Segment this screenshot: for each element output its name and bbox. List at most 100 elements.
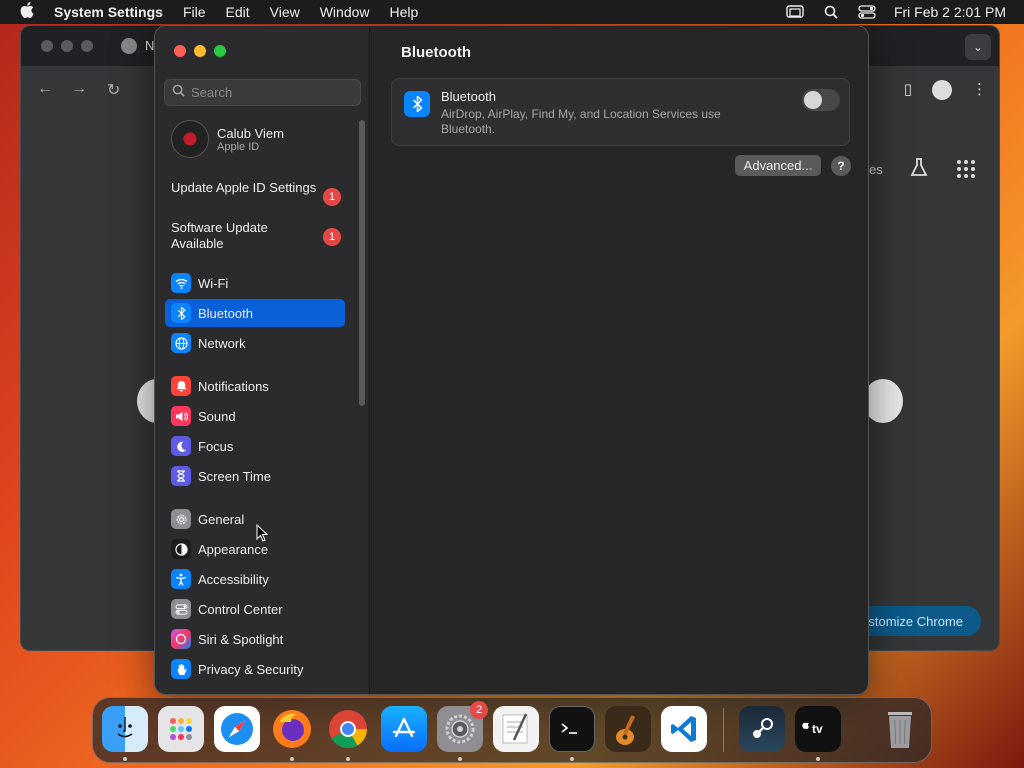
chrome-icon[interactable] (325, 706, 371, 752)
sidebar: Calub Viem Apple ID Update Apple ID Sett… (155, 26, 370, 694)
trash-icon[interactable] (877, 706, 923, 752)
terminal-icon[interactable] (549, 706, 595, 752)
chrome-traffic-lights (41, 40, 93, 52)
profile-name: Calub Viem (217, 125, 284, 141)
sidebar-item-accessibility[interactable]: Accessibility (165, 565, 345, 593)
chrome-tab-title[interactable]: N (145, 38, 154, 53)
svg-text:tv: tv (812, 722, 823, 736)
sidebar-item-label: Siri & Spotlight (198, 631, 284, 647)
close-window-button[interactable] (174, 45, 186, 57)
control-center-icon (171, 599, 191, 619)
menu-edit[interactable]: Edit (226, 4, 250, 20)
apple-menu-icon[interactable] (0, 1, 54, 23)
bluetooth-icon (404, 91, 430, 117)
chrome-tab-favicon-icon (121, 38, 137, 54)
menu-view[interactable]: View (270, 4, 300, 20)
system-settings-window: Calub Viem Apple ID Update Apple ID Sett… (154, 25, 869, 695)
chevron-down-icon[interactable]: ⌄ (965, 34, 991, 60)
launchpad-icon[interactable] (158, 706, 204, 752)
zoom-window-button[interactable] (214, 45, 226, 57)
labs-flask-icon[interactable] (907, 156, 931, 180)
running-indicator (570, 757, 574, 761)
menu-help[interactable]: Help (390, 4, 419, 20)
toggle-knob (804, 91, 822, 109)
sidebar-item-control-center[interactable]: Control Center (165, 595, 345, 623)
bluetooth-card-description: AirDrop, AirPlay, Find My, and Location … (441, 107, 721, 136)
search-input[interactable] (191, 85, 351, 100)
dock-separator (723, 708, 724, 752)
sidebar-scrollbar[interactable] (359, 120, 365, 406)
profile-subtitle: Apple ID (217, 140, 260, 153)
finder-icon[interactable] (102, 706, 148, 752)
bell-icon (171, 376, 191, 396)
clock[interactable]: Fri Feb 2 2:01 PM (894, 4, 1006, 20)
hourglass-icon (171, 466, 191, 486)
notification-badge: 1 (323, 188, 341, 206)
running-indicator (290, 757, 294, 761)
sidebar-item-general[interactable]: General (165, 505, 345, 533)
sidebar-item-bluetooth[interactable]: Bluetooth (165, 299, 345, 327)
appearance-icon (171, 539, 191, 559)
firefox-icon[interactable] (269, 706, 315, 752)
app-store-icon[interactable] (381, 706, 427, 752)
sidebar-item-label: Control Center (198, 601, 283, 617)
sidebar-item-notifications[interactable]: Notifications (165, 372, 345, 400)
menu-bar: System Settings File Edit View Window He… (0, 0, 1024, 24)
garageband-icon[interactable] (605, 706, 651, 752)
help-button[interactable]: ? (831, 156, 851, 176)
reload-icon[interactable]: ↻ (107, 80, 120, 100)
control-center-icon[interactable] (858, 5, 876, 19)
alert-label: Software Update Available (171, 220, 268, 251)
sidebar-item-wifi[interactable]: Wi-Fi (165, 269, 345, 297)
menu-window[interactable]: Window (320, 4, 370, 20)
textedit-icon[interactable] (493, 706, 539, 752)
bluetooth-card: Bluetooth AirDrop, AirPlay, Find My, and… (391, 78, 850, 146)
running-indicator (123, 757, 127, 761)
wifi-icon (171, 273, 191, 293)
sidebar-item-focus[interactable]: Focus (165, 432, 345, 460)
bluetooth-toggle[interactable] (802, 89, 840, 111)
sidebar-item-appearance[interactable]: Appearance (165, 535, 345, 563)
screen-mirroring-icon[interactable] (786, 5, 804, 19)
back-arrow-icon[interactable]: ← (37, 80, 53, 98)
apple-tv-icon[interactable]: tv (795, 706, 841, 752)
running-indicator (816, 757, 820, 761)
vscode-icon[interactable] (661, 706, 707, 752)
sidebar-item-label: Screen Time (198, 468, 271, 484)
search-field[interactable] (164, 79, 361, 106)
sidebar-item-label: Accessibility (198, 571, 269, 587)
sidebar-item-siri-spotlight[interactable]: Siri & Spotlight (165, 625, 345, 653)
moon-icon (171, 436, 191, 456)
siri-icon (171, 629, 191, 649)
system-settings-icon[interactable]: 2 (437, 701, 488, 752)
sidebar-item-label: Notifications (198, 378, 269, 394)
app-menu[interactable]: System Settings (54, 4, 163, 20)
sidebar-item-sound[interactable]: Sound (165, 402, 345, 430)
apps-grid-icon[interactable] (957, 160, 975, 178)
settings-badge: 2 (470, 701, 488, 719)
software-update-item[interactable]: Software Update Available 1 (171, 220, 341, 252)
sidebar-item-label: Focus (198, 438, 234, 454)
safari-icon[interactable] (214, 706, 260, 752)
profile-avatar-icon[interactable] (932, 80, 952, 100)
forward-arrow-icon[interactable]: → (71, 80, 87, 98)
notification-badge: 1 (323, 228, 341, 246)
menu-file[interactable]: File (183, 4, 206, 20)
steam-icon[interactable] (739, 706, 785, 752)
alert-label: Update Apple ID Settings (171, 180, 317, 195)
running-indicator (346, 757, 350, 761)
minimize-window-button[interactable] (194, 45, 206, 57)
update-apple-id-item[interactable]: Update Apple ID Settings 1 (171, 180, 341, 206)
sidebar-item-network[interactable]: Network (165, 329, 345, 357)
running-indicator (458, 757, 462, 761)
sidebar-item-screen-time[interactable]: Screen Time (165, 462, 345, 490)
advanced-button[interactable]: Advanced... (735, 155, 821, 176)
more-menu-icon[interactable]: ⋮ (972, 80, 987, 100)
apple-id-profile[interactable]: Calub Viem Apple ID (171, 120, 284, 158)
search-icon (172, 84, 185, 102)
spotlight-search-icon[interactable] (822, 5, 840, 19)
sidebar-item-privacy-security[interactable]: Privacy & Security (165, 655, 345, 683)
bluetooth-icon (171, 303, 191, 323)
side-panel-icon[interactable]: ▯ (904, 80, 912, 100)
chrome-shortcut-circle (863, 379, 903, 423)
